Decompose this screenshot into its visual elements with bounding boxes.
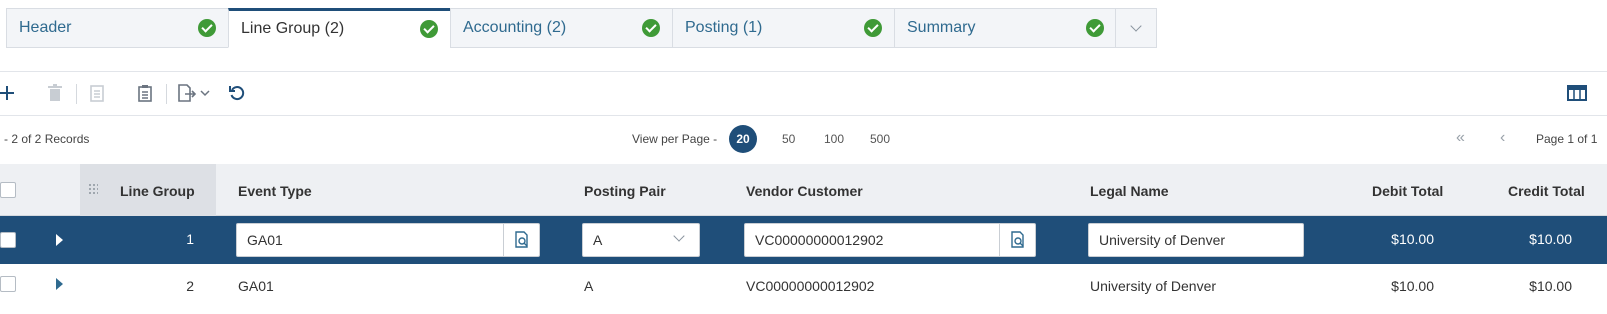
tab-header[interactable]: Header [6,8,229,48]
add-button[interactable] [0,82,18,104]
tab-accounting[interactable]: Accounting (2) [450,8,673,48]
page-size-option[interactable]: 500 [870,132,890,146]
tab-line-group[interactable]: Line Group (2) [228,8,451,48]
posting-pair-value: A [584,278,594,294]
credit-total-value: $10.00 [1529,231,1572,247]
column-header-legal-name[interactable]: Legal Name [1090,183,1169,199]
legal-name-value: University of Denver [1090,278,1217,294]
tab-label: Line Group (2) [241,20,345,37]
tab-label: Accounting (2) [463,19,567,36]
paste-button[interactable] [134,82,156,104]
grid-settings-icon [1567,85,1587,101]
check-circle-icon [198,19,216,37]
first-page-icon[interactable]: « [1456,129,1465,147]
row-checkbox[interactable] [0,232,16,248]
refresh-button[interactable] [226,82,248,104]
previous-page-icon[interactable]: ‹ [1500,129,1505,147]
check-circle-icon [642,19,660,37]
check-circle-icon [420,20,438,38]
grid-settings-button[interactable] [1566,82,1588,104]
debit-total-value: $10.00 [1391,231,1434,247]
select-all-checkbox[interactable] [0,182,16,198]
tab-label: Summary [907,19,976,36]
export-icon [178,84,210,102]
chevron-down-icon [1130,20,1142,32]
column-header-posting-pair[interactable]: Posting Pair [584,183,666,199]
column-header-credit-total[interactable]: Credit Total [1508,183,1585,199]
line-group-value: 2 [186,278,194,294]
tab-bar: Header Line Group (2) Accounting (2) Pos… [0,0,1607,72]
line-group-value: 1 [186,231,194,247]
refresh-icon [229,86,245,101]
delete-icon [48,84,62,101]
lookup-icon [1010,231,1024,248]
lookup-button[interactable] [999,224,1035,256]
page-size-option[interactable]: 50 [782,132,795,146]
legal-name-value: University of Denver [1099,232,1226,248]
tab-overflow-button[interactable] [1115,8,1157,48]
posting-pair-value: A [593,232,603,248]
debit-total-value: $10.00 [1391,278,1434,294]
expand-row-icon[interactable] [56,278,63,290]
toolbar-divider [166,84,167,104]
lookup-icon [514,231,528,248]
chevron-down-icon [673,230,685,242]
vendor-customer-value: VC00000000012902 [755,232,884,248]
column-header-debit-total[interactable]: Debit Total [1372,183,1443,199]
tab-posting[interactable]: Posting (1) [672,8,895,48]
grid-header: Line Group Event Type Posting Pair Vendo… [0,164,1607,216]
grid-toolbar [0,72,1607,116]
column-header-line-group[interactable]: Line Group [120,183,195,199]
pagination-bar: - 2 of 2 Records View per Page - 20 50 1… [0,116,1607,162]
posting-pair-select[interactable]: A [582,223,700,257]
add-icon [0,86,14,100]
tab-summary[interactable]: Summary [894,8,1117,48]
page-size-option[interactable]: 100 [824,132,844,146]
table-row[interactable]: 2 GA01 A VC00000000012902 University of … [0,264,1607,314]
check-circle-icon [1086,19,1104,37]
paste-icon [138,85,152,102]
tabs: Header Line Group (2) Accounting (2) Pos… [6,8,1157,48]
delete-button[interactable] [44,82,66,104]
record-count: - 2 of 2 Records [4,132,90,146]
copy-button[interactable] [86,82,108,104]
lookup-button[interactable] [503,224,539,256]
event-type-value: GA01 [247,232,283,248]
tab-label: Header [19,19,72,36]
expand-row-icon[interactable] [56,234,63,246]
event-type-value: GA01 [238,278,274,294]
event-type-input[interactable]: GA01 [236,223,540,257]
copy-icon [90,85,104,102]
page-size-option-selected[interactable]: 20 [729,125,757,153]
view-per-page-label: View per Page - [632,132,718,146]
vendor-customer-input[interactable]: VC00000000012902 [744,223,1036,257]
toolbar-divider [76,84,77,104]
vendor-customer-value: VC00000000012902 [746,278,875,294]
page-indicator: Page 1 of 1 [1536,132,1598,146]
export-button[interactable] [176,82,216,104]
drag-handle-icon[interactable] [88,183,98,195]
column-header-vendor-customer[interactable]: Vendor Customer [746,183,863,199]
table-row[interactable]: 1 GA01 A VC00000000012902 University of … [0,216,1607,264]
column-header-event-type[interactable]: Event Type [238,183,312,199]
credit-total-value: $10.00 [1529,278,1572,294]
tab-label: Posting (1) [685,19,763,36]
row-checkbox[interactable] [0,276,16,292]
legal-name-input[interactable]: University of Denver [1088,223,1304,257]
check-circle-icon [864,19,882,37]
